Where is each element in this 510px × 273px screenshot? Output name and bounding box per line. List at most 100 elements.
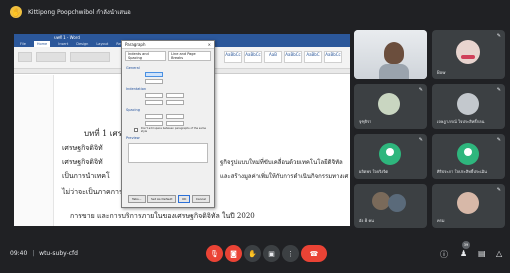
participant-avatar: [457, 93, 479, 115]
chat-icon[interactable]: ▤: [478, 249, 486, 258]
participant-tile[interactable]: ✎ Bow: [432, 30, 505, 79]
raise-hand-icon[interactable]: ✋: [244, 245, 261, 262]
style-no-spacing: AaBbCc: [244, 51, 262, 63]
alignment-select[interactable]: [145, 71, 163, 77]
doc-line-fragment: และสร้างมูลค่าเพิ่มให้กับการดำเนินกิจกรร…: [220, 173, 349, 180]
spacing-before-field[interactable]: [145, 113, 163, 119]
participant-tile[interactable]: ✎ ศิริประภา ใจประสิทธิ์ประเมิน: [432, 134, 505, 179]
word-title: บทที่ 1 - Word: [54, 35, 80, 40]
meeting-controls-bar: 09:40 | wtu-suby-cfd 🎙 ◙ ✋ ▣ ⋮ ☎ ⓘ ♟ 39 …: [0, 232, 510, 273]
dialog-row: [128, 99, 208, 105]
style-normal: AaBbCc: [224, 51, 242, 63]
dialog-tabs: Indents and Spacing Line and Page Breaks: [122, 49, 214, 63]
doc-line: การขาย และการบริการภายในของเศรษฐกิจดิจิท…: [70, 212, 255, 220]
tab-line-page-breaks[interactable]: Line and Page Breaks: [168, 51, 211, 61]
people-icon[interactable]: ♟: [460, 249, 467, 258]
special-indent-select[interactable]: [166, 92, 184, 98]
ok-button[interactable]: OK: [177, 195, 191, 203]
info-icon[interactable]: ⓘ: [440, 249, 448, 260]
mic-off-icon: ✎: [496, 33, 501, 39]
participant-name: ศิริประภา ใจประสิทธิ์ประเมิน: [437, 169, 487, 174]
shared-screen: บทที่ 1 - Word File Home Insert Design L…: [14, 34, 350, 226]
participant-avatar: [388, 194, 406, 212]
paste-icon: [18, 52, 32, 62]
participant-avatar: [457, 192, 479, 214]
navigation-pane: [14, 75, 54, 226]
dialog-row: [128, 113, 208, 119]
spacing-after-field[interactable]: [145, 120, 163, 126]
meeting-details: 09:40 | wtu-suby-cfd: [10, 250, 78, 257]
present-icon[interactable]: ▣: [263, 245, 280, 262]
checkbox-label: Don't add space between paragraphs of th…: [140, 127, 206, 133]
participant-tile-others[interactable]: อัง 8 คน: [354, 184, 427, 228]
spacing-at-field[interactable]: [166, 120, 184, 126]
participant-name: ผลิตพร ใจจริงจิต: [359, 169, 389, 174]
dialog-row: [128, 120, 208, 126]
dont-add-space-checkbox[interactable]: [134, 128, 138, 132]
paragraph-group: [70, 52, 110, 62]
cancel-button[interactable]: Cancel: [191, 195, 210, 203]
indent-right-field[interactable]: [145, 99, 163, 105]
participant-avatar-default: [379, 143, 401, 165]
indent-left-field[interactable]: [145, 92, 163, 98]
close-icon[interactable]: ×: [208, 42, 211, 47]
person-icon: [464, 148, 472, 156]
indent-by-field[interactable]: [166, 99, 184, 105]
set-default-button[interactable]: Set As Default: [147, 195, 177, 203]
participant-tile[interactable]: ✎ ผลิตพร ใจจริงจิต: [354, 134, 427, 179]
line-spacing-select[interactable]: [166, 113, 184, 119]
style-heading-2: AaBbCc: [284, 51, 302, 63]
person-icon: [386, 148, 394, 156]
participant-tile[interactable]: ✎ ครม: [432, 184, 505, 228]
participant-name: จุฑุจิรา: [359, 119, 372, 124]
mic-off-icon: ✎: [496, 87, 501, 93]
style-title: AaBbC: [304, 51, 322, 63]
mic-off-icon: ✎: [418, 137, 423, 143]
font-group: [36, 52, 66, 62]
doc-line-fragment: ฐกิจรูปแบบใหม่ที่ขับเคลื่อนด้วยเทคโนโลยี…: [220, 159, 343, 166]
dialog-row: [128, 71, 208, 77]
meeting-code: wtu-suby-cfd: [39, 250, 78, 257]
doc-line: เศรษฐกิจดิจิทั: [62, 158, 103, 166]
others-count: อัง 8 คน: [359, 218, 374, 223]
mic-off-icon[interactable]: 🎙: [206, 245, 223, 262]
dialog-title: Paragraph: [125, 42, 146, 47]
paragraph-dialog: Paragraph × Indents and Spacing Line and…: [121, 40, 215, 208]
section-spacing: Spacing: [126, 108, 140, 112]
avatar-photo: [456, 40, 480, 64]
separator: |: [32, 250, 35, 257]
section-general: General: [126, 66, 140, 70]
participant-tile[interactable]: ✎ จุฑุจิรา: [354, 84, 427, 129]
doc-line: เป็นการนำเทคโ: [62, 172, 110, 180]
participant-avatar-default: [457, 143, 479, 165]
participant-tile-presenter[interactable]: [354, 30, 427, 79]
dialog-row: Don't add space between paragraphs of th…: [128, 127, 208, 133]
meeting-time: 09:40: [10, 250, 28, 257]
style-heading-1: AaB: [264, 51, 282, 63]
more-options-icon[interactable]: ⋮: [282, 245, 299, 262]
participant-tile[interactable]: ✎ เจษฎาภรณ์ ใจประสิทธิ์กลน: [432, 84, 505, 129]
outline-level-select[interactable]: [145, 78, 163, 84]
mustache-icon: [461, 55, 475, 59]
activities-icon[interactable]: △: [496, 249, 502, 258]
section-preview: Preview: [126, 136, 140, 140]
tabs-button[interactable]: Tabs...: [128, 195, 146, 203]
dialog-title-bar: Paragraph ×: [122, 41, 214, 49]
participant-avatar: [378, 93, 400, 115]
person-head: [384, 42, 404, 64]
style-subtitle: AaBbCc: [324, 51, 342, 63]
tab-indents-spacing[interactable]: Indents and Spacing: [125, 51, 167, 61]
paragraph-preview: [128, 143, 208, 163]
dialog-buttons: Tabs... Set As Default OK Cancel: [128, 195, 210, 203]
person-body: [379, 64, 409, 79]
dialog-row: [128, 92, 208, 98]
participant-name: Bow: [437, 70, 446, 75]
mic-off-icon: ✎: [496, 187, 501, 193]
hang-up-icon[interactable]: ☎: [301, 245, 327, 262]
presenter-label: Kittipong Poopchwibol กำลังนำเสนอ: [28, 9, 131, 16]
mic-off-icon: ✎: [418, 87, 423, 93]
section-indentation: Indentation: [126, 87, 147, 91]
camera-off-icon[interactable]: ◙: [225, 245, 242, 262]
presenter-avatar-icon: ✋: [10, 6, 22, 18]
participant-count-badge: 39: [462, 241, 470, 249]
